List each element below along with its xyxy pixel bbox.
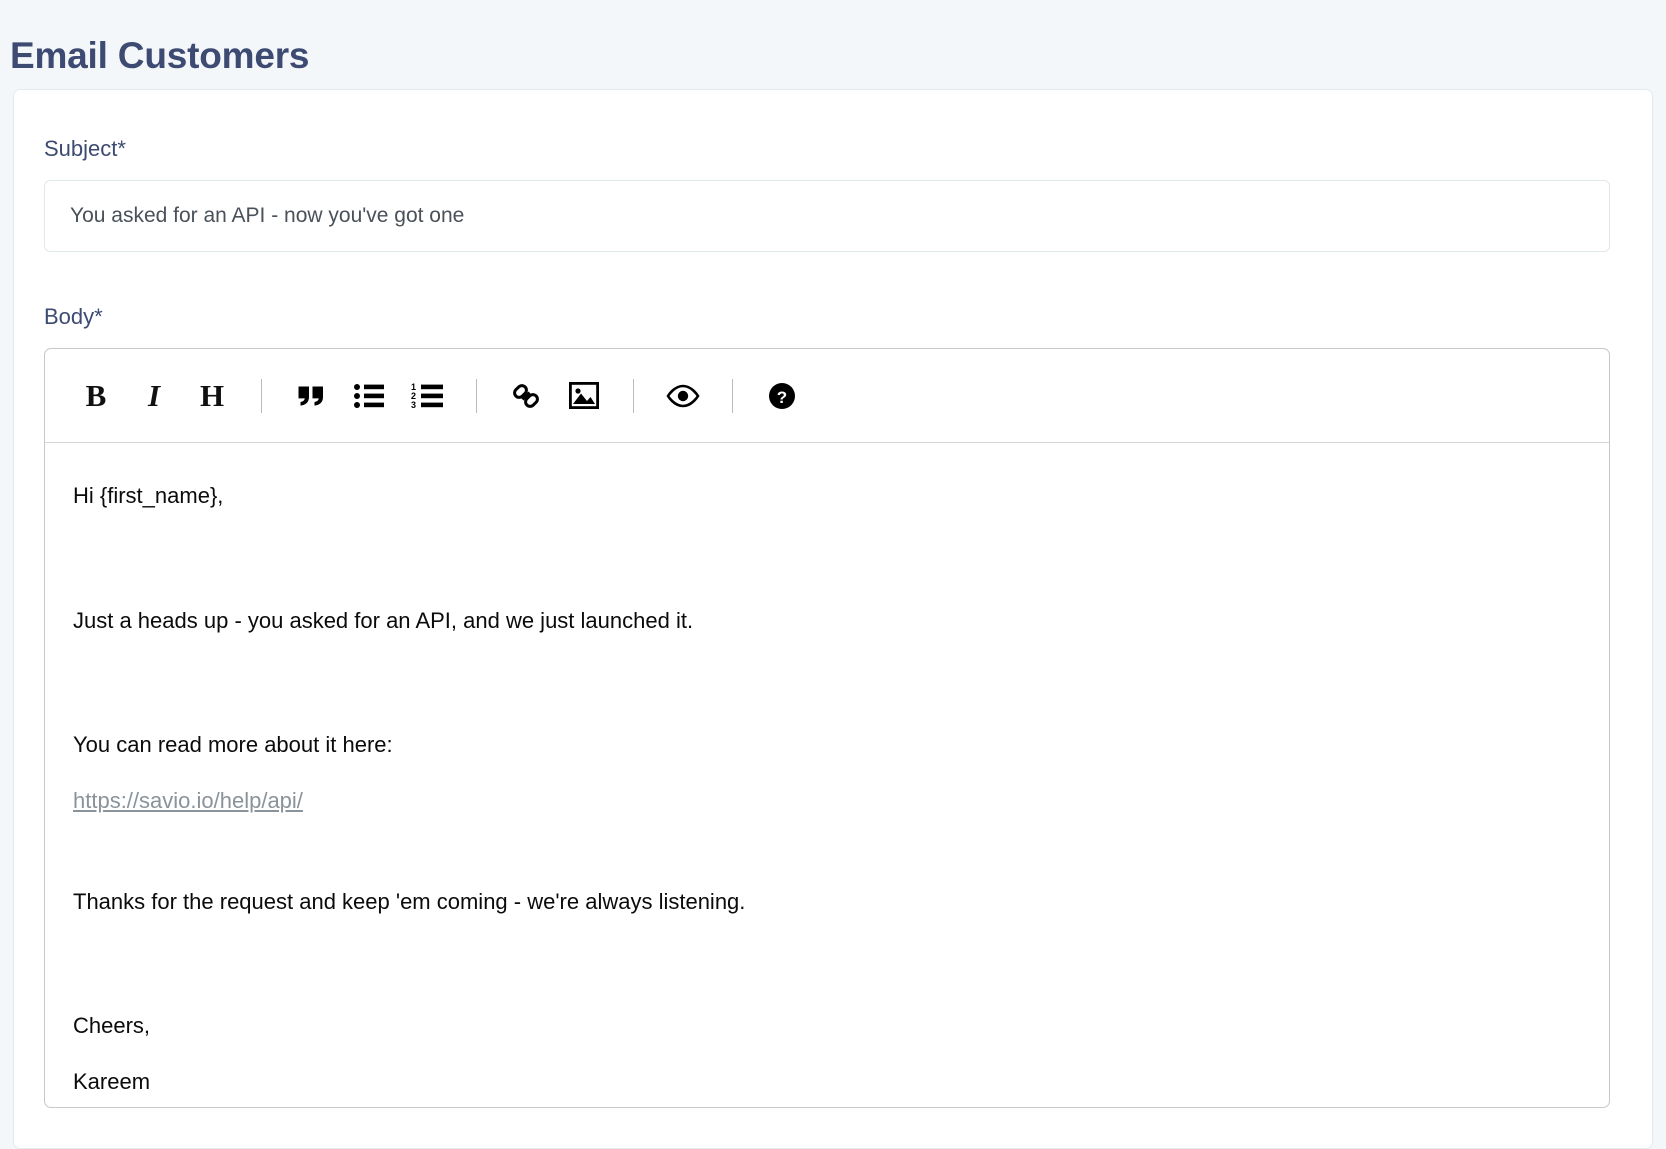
link-icon xyxy=(511,381,541,411)
bold-button[interactable]: B xyxy=(73,373,119,419)
help-button[interactable]: ? xyxy=(759,373,805,419)
heading-button[interactable]: H xyxy=(189,373,235,419)
numbered-list-icon: 1 2 3 xyxy=(411,383,443,409)
image-button[interactable] xyxy=(561,373,607,419)
subject-label: Subject* xyxy=(44,136,126,161)
bullet-list-icon xyxy=(354,383,384,409)
toolbar-divider xyxy=(633,378,634,413)
blockquote-button[interactable] xyxy=(288,373,334,419)
subject-input[interactable] xyxy=(44,180,1610,252)
body-signature: Kareem xyxy=(73,1069,151,1095)
numbered-list-button[interactable]: 1 2 3 xyxy=(404,373,450,419)
body-paragraph-3: Thanks for the request and keep 'em comi… xyxy=(73,888,746,914)
image-icon xyxy=(569,382,599,409)
bulleted-list-button[interactable] xyxy=(346,373,392,419)
body-signoff: Cheers, xyxy=(73,1013,151,1039)
page-title: Email Customers xyxy=(10,34,310,76)
body-link[interactable]: https://savio.io/help/api/ xyxy=(73,786,303,816)
svg-text:?: ? xyxy=(777,388,787,407)
body-paragraph-2: You can read more about it here: xyxy=(73,732,393,758)
eye-icon xyxy=(666,384,700,408)
editor-toolbar: B I H 1 2 3 ? xyxy=(45,349,1609,443)
toolbar-divider xyxy=(261,378,262,413)
italic-button[interactable]: I xyxy=(131,373,177,419)
body-editor: B I H 1 2 3 ? Hi {first_name}, Just a he… xyxy=(44,348,1610,1108)
question-circle-icon: ? xyxy=(768,382,796,410)
body-greeting: Hi {first_name}, xyxy=(73,483,224,508)
body-content[interactable]: Hi {first_name}, Just a heads up - you a… xyxy=(45,443,1609,1097)
link-button[interactable] xyxy=(503,373,549,419)
quote-icon xyxy=(297,383,325,409)
toolbar-divider xyxy=(732,378,733,413)
svg-text:3: 3 xyxy=(411,400,416,409)
preview-button[interactable] xyxy=(660,373,706,419)
toolbar-divider xyxy=(476,378,477,413)
email-customers-page: Email Customers Subject* Body* B I H xyxy=(0,0,1666,1149)
body-label: Body* xyxy=(44,304,103,329)
body-paragraph-1: Just a heads up - you asked for an API, … xyxy=(73,607,694,633)
